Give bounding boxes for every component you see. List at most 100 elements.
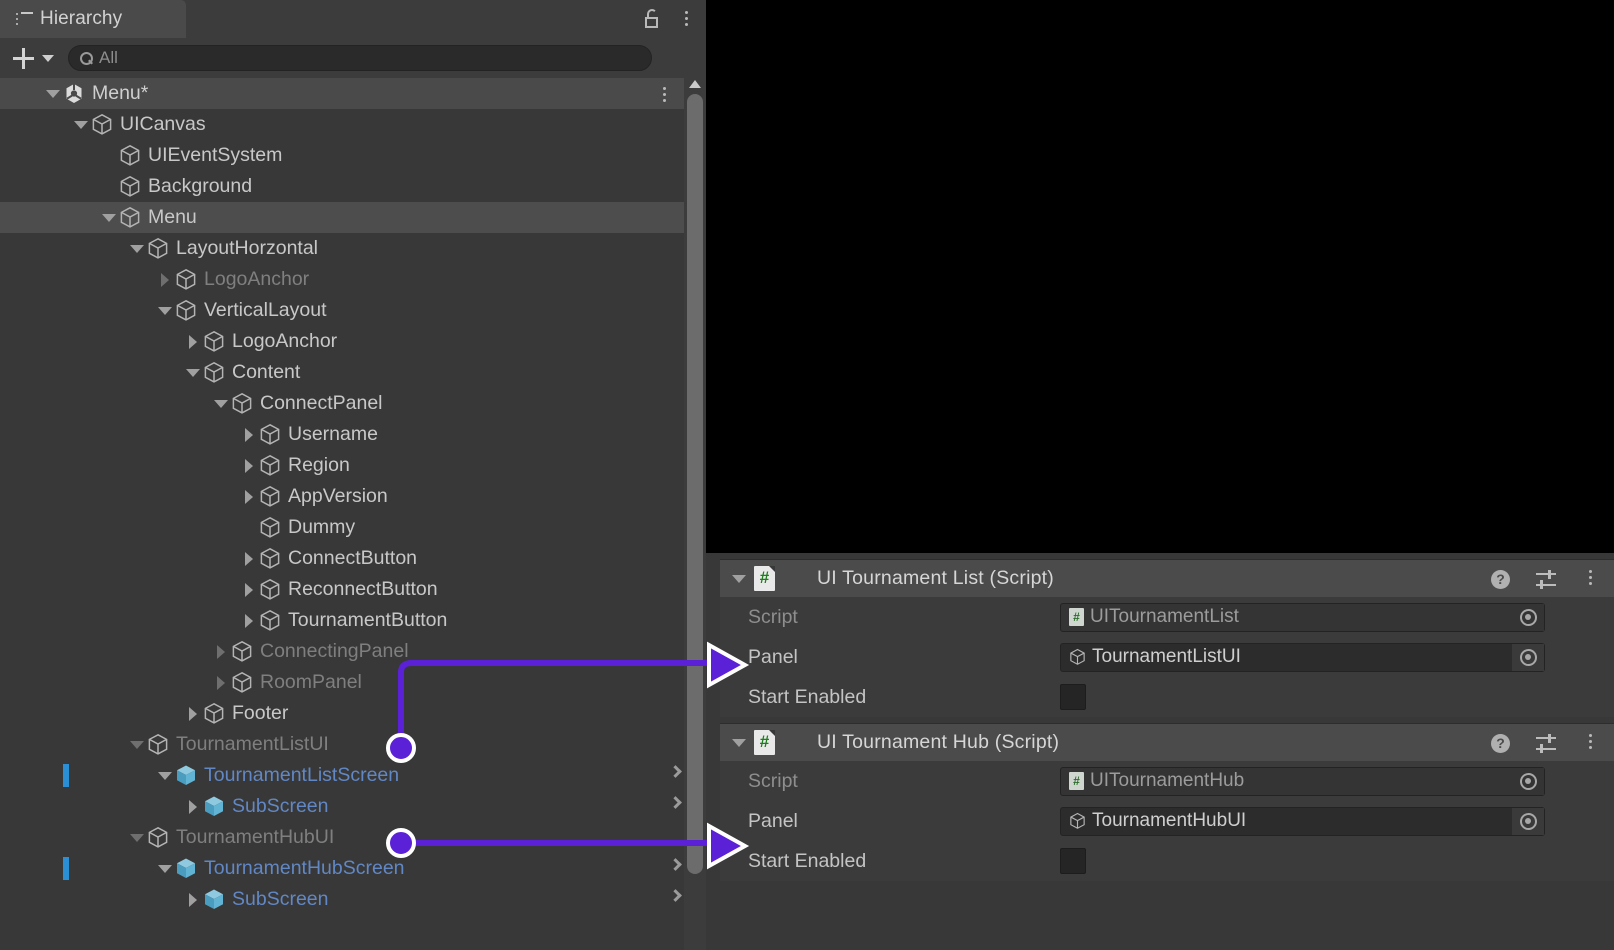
chevron-right-icon[interactable] <box>189 335 197 349</box>
chevron-down-icon[interactable] <box>74 121 88 129</box>
tree-row[interactable]: TournamentListUI <box>0 729 706 760</box>
tree-row[interactable]: Footer <box>0 698 706 729</box>
chevron-right-icon[interactable] <box>189 893 197 907</box>
chevron-right-icon[interactable] <box>245 583 253 597</box>
gameobject-icon <box>147 733 169 756</box>
chevron-right-icon[interactable] <box>189 707 197 721</box>
chevron-right-icon[interactable] <box>245 428 253 442</box>
component-header[interactable]: #UI Tournament Hub (Script)? <box>720 723 1614 761</box>
preset-sliders-icon[interactable] <box>1536 570 1556 589</box>
tree-row[interactable]: ConnectPanel <box>0 388 706 419</box>
chevron-right-icon[interactable] <box>245 490 253 504</box>
tree-row[interactable]: Background <box>0 171 706 202</box>
chevron-down-icon[interactable] <box>732 739 746 747</box>
tree-row[interactable]: Menu* <box>0 78 706 109</box>
hierarchy-tree[interactable]: Menu*UICanvasUIEventSystem Background Menu… <box>0 78 706 950</box>
kebab-menu-icon[interactable] <box>1589 570 1592 585</box>
object-field[interactable]: #UITournamentHub <box>1060 767 1545 796</box>
kebab-menu-icon[interactable] <box>1589 734 1592 749</box>
help-icon[interactable]: ? <box>1491 570 1510 589</box>
checkbox[interactable] <box>1060 684 1086 710</box>
checkbox[interactable] <box>1060 848 1086 874</box>
hierarchy-scrollbar[interactable] <box>684 78 706 950</box>
component-title: UI Tournament Hub (Script) <box>817 731 1059 754</box>
chevron-right-icon[interactable] <box>189 800 197 814</box>
prefab-enter-icon[interactable] <box>669 858 682 871</box>
kebab-menu-icon[interactable] <box>685 11 688 26</box>
object-picker-icon[interactable] <box>1512 604 1544 631</box>
chevron-down-icon[interactable] <box>42 55 54 62</box>
tree-row[interactable]: SubScreen <box>0 791 706 822</box>
tree-row[interactable]: RoomPanel <box>0 667 706 698</box>
tree-row-label: VerticalLayout <box>204 301 327 321</box>
tree-row[interactable]: TournamentListScreen <box>0 760 706 791</box>
prefab-enter-icon[interactable] <box>669 765 682 778</box>
tree-row[interactable]: Dummy <box>0 512 706 543</box>
search-input[interactable] <box>99 48 619 68</box>
chevron-right-icon[interactable] <box>161 273 169 287</box>
chevron-right-icon[interactable] <box>245 614 253 628</box>
tree-row[interactable]: TournamentButton <box>0 605 706 636</box>
tree-row[interactable]: Username <box>0 419 706 450</box>
tree-row[interactable]: Content <box>0 357 706 388</box>
tree-row[interactable]: SubScreen <box>0 884 706 915</box>
object-picker-icon[interactable] <box>1512 768 1544 795</box>
chevron-right-icon[interactable] <box>217 645 225 659</box>
tree-row[interactable]: AppVersion <box>0 481 706 512</box>
property-label: Start Enabled <box>720 686 1060 709</box>
object-field[interactable]: #UITournamentList <box>1060 603 1545 632</box>
chevron-down-icon[interactable] <box>158 772 172 780</box>
chevron-down-icon[interactable] <box>158 307 172 315</box>
chevron-down-icon[interactable] <box>130 741 144 749</box>
chevron-right-icon[interactable] <box>245 459 253 473</box>
gameobject-icon <box>231 671 253 694</box>
tree-row[interactable]: LogoAnchor <box>0 264 706 295</box>
gameobject-icon <box>259 609 281 632</box>
prefab-enter-icon[interactable] <box>669 889 682 902</box>
tree-row[interactable]: LogoAnchor <box>0 326 706 357</box>
chevron-down-icon[interactable] <box>186 369 200 377</box>
tree-row[interactable]: UICanvas <box>0 109 706 140</box>
lock-icon[interactable] <box>644 9 660 29</box>
chevron-down-icon[interactable] <box>130 245 144 253</box>
preset-sliders-icon[interactable] <box>1536 734 1556 753</box>
prefab-icon <box>203 795 225 818</box>
tree-row[interactable]: ReconnectButton <box>0 574 706 605</box>
chevron-down-icon[interactable] <box>102 214 116 222</box>
chevron-down-icon[interactable] <box>46 90 60 98</box>
tree-row[interactable]: UIEventSystem <box>0 140 706 171</box>
tree-row[interactable]: Region <box>0 450 706 481</box>
scrollbar-thumb[interactable] <box>687 94 703 874</box>
component-header[interactable]: #UI Tournament List (Script)? <box>720 559 1614 597</box>
chevron-down-icon[interactable] <box>130 834 144 842</box>
property-label: Panel <box>720 810 1060 833</box>
prefab-enter-icon[interactable] <box>669 796 682 809</box>
tree-row[interactable]: VerticalLayout <box>0 295 706 326</box>
object-picker-icon[interactable] <box>1512 808 1544 835</box>
tree-row[interactable]: ConnectButton <box>0 543 706 574</box>
chevron-down-icon[interactable] <box>732 575 746 583</box>
help-icon[interactable]: ? <box>1491 734 1510 753</box>
chevron-down-icon[interactable] <box>158 865 172 873</box>
tree-row-label: Username <box>288 425 378 445</box>
tree-row[interactable]: TournamentHubUI <box>0 822 706 853</box>
chevron-right-icon[interactable] <box>217 676 225 690</box>
tree-row[interactable]: TournamentHubScreen <box>0 853 706 884</box>
kebab-menu-icon[interactable] <box>663 87 666 102</box>
object-field[interactable]: TournamentListUI <box>1060 643 1545 672</box>
create-button[interactable] <box>8 43 38 73</box>
tab-hierarchy[interactable]: Hierarchy <box>0 0 186 38</box>
chevron-down-icon[interactable] <box>214 400 228 408</box>
gameobject-icon <box>91 113 113 136</box>
tree-row-label: LogoAnchor <box>204 270 309 290</box>
object-field[interactable]: TournamentHubUI <box>1060 807 1545 836</box>
chevron-right-icon[interactable] <box>245 552 253 566</box>
tree-row[interactable]: LayoutHorzontal <box>0 233 706 264</box>
search-box[interactable] <box>68 45 652 71</box>
tree-row[interactable]: Menu <box>0 202 706 233</box>
tree-row-label: Background <box>148 177 252 197</box>
object-picker-icon[interactable] <box>1512 644 1544 671</box>
object-field-value: TournamentHubUI <box>1092 810 1246 832</box>
scroll-up-arrow[interactable] <box>689 80 701 88</box>
tree-row[interactable]: ConnectingPanel <box>0 636 706 667</box>
